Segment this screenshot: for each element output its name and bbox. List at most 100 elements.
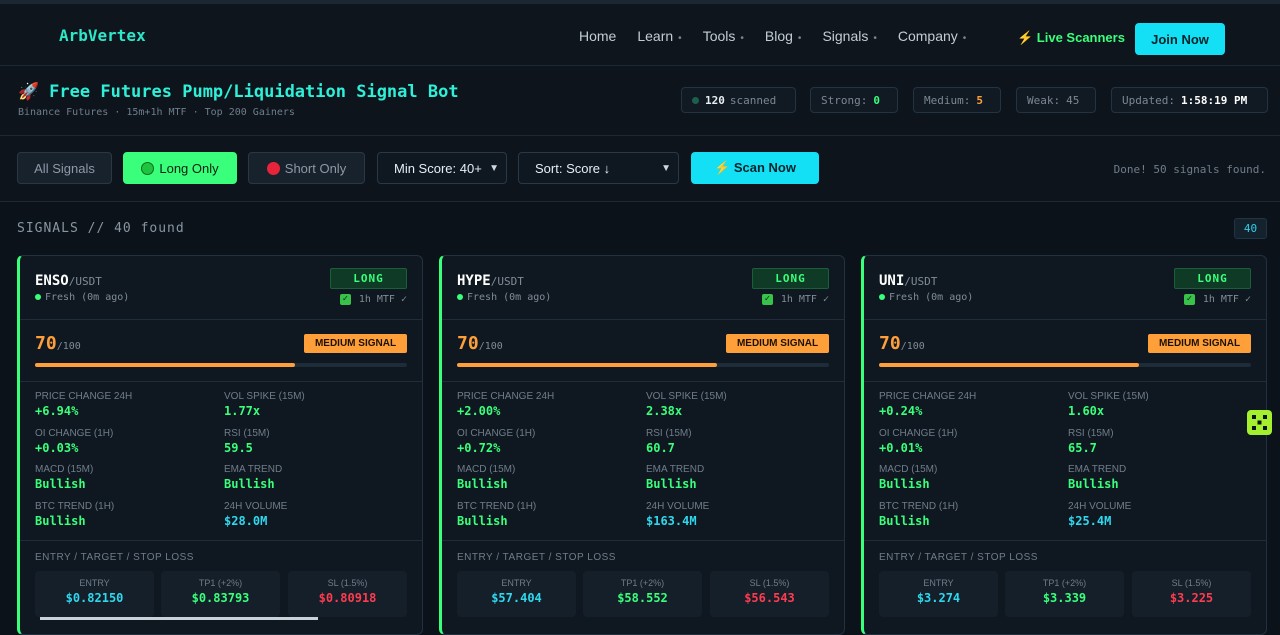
- metric: PRICE CHANGE 24H +6.94%: [35, 391, 215, 418]
- signal-card[interactable]: ENSO/USDT Fresh (0m ago) LONG ✓ 1h MTF ✓ …: [17, 255, 423, 635]
- nav-blog[interactable]: Blog •: [765, 28, 802, 44]
- long-only-button[interactable]: Long Only: [123, 152, 237, 184]
- metric: RSI (15M) 65.7: [1068, 428, 1248, 455]
- metric-label: OI CHANGE (1H): [457, 427, 536, 439]
- metric-value: $28.0M: [224, 513, 268, 528]
- entry-section: ENTRY / TARGET / STOP LOSS ENTRY $57.404 …: [442, 540, 844, 634]
- red-circle-icon: [266, 161, 280, 175]
- sort-select[interactable]: Sort: Score ↓ ▼: [518, 152, 679, 184]
- metric: EMA TREND Bullish: [646, 464, 826, 491]
- live-scanners-link[interactable]: ⚡ Live Scanners: [1017, 30, 1125, 46]
- metric: VOL SPIKE (15M) 2.38x: [646, 391, 826, 418]
- chevron-down-icon: ▼: [489, 163, 499, 174]
- metric-value: Bullish: [457, 477, 508, 491]
- metric: VOL SPIKE (15M) 1.60x: [1068, 391, 1248, 418]
- signal-card[interactable]: HYPE/USDT Fresh (0m ago) LONG ✓ 1h MTF ✓ …: [439, 255, 845, 635]
- tp-box: TP1 (+2%) $3.339: [1005, 571, 1124, 617]
- floating-widget-icon[interactable]: [1247, 410, 1272, 435]
- metric-value: +0.24%: [879, 404, 923, 418]
- page-header: 🚀 Free Futures Pump/Liquidation Signal Bo…: [0, 66, 1280, 136]
- metric-value: Bullish: [1068, 477, 1119, 491]
- metric-label: RSI (15M): [224, 427, 270, 439]
- metric-value: Bullish: [879, 477, 930, 491]
- metric-label: MACD (15M): [879, 464, 938, 475]
- metric: 24H VOLUME $25.4M: [1068, 501, 1248, 528]
- nav-home[interactable]: Home: [579, 28, 616, 44]
- rocket-icon: 🚀: [18, 82, 40, 102]
- metric-label: EMA TREND: [646, 464, 705, 475]
- nav-learn[interactable]: Learn •: [637, 28, 681, 44]
- nav-company[interactable]: Company •: [898, 28, 966, 44]
- metric: MACD (15M) Bullish: [879, 464, 1059, 491]
- nav-signals[interactable]: Signals •: [822, 28, 876, 44]
- metric-value: +2.00%: [457, 404, 501, 418]
- metric-label: VOL SPIKE (15M): [1068, 391, 1149, 402]
- fresh-dot-icon: [457, 294, 463, 300]
- metric: MACD (15M) Bullish: [457, 464, 637, 491]
- metric-value: +0.72%: [457, 440, 501, 455]
- min-score-select[interactable]: Min Score: 40+ ▼: [377, 152, 507, 184]
- entry-box: ENTRY $3.274: [879, 571, 998, 617]
- metric: BTC TREND (1H) Bullish: [35, 501, 215, 528]
- short-only-button[interactable]: Short Only: [248, 152, 365, 184]
- logo[interactable]: ArbVertex: [59, 26, 146, 45]
- mtf-confirm: ✓ 1h MTF ✓: [761, 294, 829, 305]
- strong-stat: Strong: 0: [810, 87, 898, 113]
- metric: BTC TREND (1H) Bullish: [879, 501, 1059, 528]
- metric: EMA TREND Bullish: [224, 464, 404, 491]
- metric: VOL SPIKE (15M) 1.77x: [224, 391, 404, 418]
- metric-label: MACD (15M): [457, 464, 516, 475]
- metric-label: OI CHANGE (1H): [879, 427, 958, 439]
- join-now-button[interactable]: Join Now: [1135, 23, 1225, 55]
- symbol: ENSO/USDT: [35, 273, 102, 289]
- sl-box: SL (1.5%) $56.543: [710, 571, 829, 617]
- score: 70/100: [35, 333, 81, 354]
- sl-box: SL (1.5%) $0.80918: [288, 571, 407, 617]
- metric-value: Bullish: [224, 477, 275, 491]
- metric: PRICE CHANGE 24H +0.24%: [879, 391, 1059, 418]
- metric-label: BTC TREND (1H): [35, 500, 115, 512]
- dropdown-icon: •: [797, 33, 802, 44]
- weak-stat: Weak: 45: [1016, 87, 1096, 113]
- scan-now-button[interactable]: ⚡ Scan Now: [691, 152, 819, 184]
- entry-section-label: ENTRY / TARGET / STOP LOSS: [879, 552, 1038, 563]
- nav-links: Home Learn • Tools • Blog • Signals • Compan…: [579, 28, 987, 44]
- metric-label: RSI (15M): [646, 427, 692, 439]
- score-section: 70/100 MEDIUM SIGNAL: [864, 320, 1266, 382]
- metric-value: 59.5: [224, 440, 253, 455]
- mtf-confirm: ✓ 1h MTF ✓: [339, 294, 407, 305]
- metric-label: MACD (15M): [35, 464, 94, 475]
- metric: OI CHANGE (1H) +0.72%: [457, 428, 637, 455]
- strength-badge: MEDIUM SIGNAL: [304, 334, 407, 353]
- metric-value: +6.94%: [35, 404, 79, 418]
- all-signals-button[interactable]: All Signals: [17, 152, 112, 184]
- entry-box: ENTRY $57.404: [457, 571, 576, 617]
- metric-label: 24H VOLUME: [224, 500, 288, 512]
- metric-label: 24H VOLUME: [1068, 500, 1132, 512]
- dropdown-icon: •: [962, 33, 967, 44]
- signal-card[interactable]: UNI/USDT Fresh (0m ago) LONG ✓ 1h MTF ✓ 7…: [861, 255, 1267, 635]
- metric-value: 65.7: [1068, 440, 1097, 455]
- tp-box: TP1 (+2%) $0.83793: [161, 571, 280, 617]
- entry-section-label: ENTRY / TARGET / STOP LOSS: [457, 552, 616, 563]
- freshness: Fresh (0m ago): [879, 292, 973, 303]
- metric-label: VOL SPIKE (15M): [646, 391, 727, 402]
- strength-badge: MEDIUM SIGNAL: [726, 334, 829, 353]
- metric-label: PRICE CHANGE 24H: [879, 391, 977, 402]
- checkbox-icon: ✓: [761, 294, 773, 305]
- metric-value: $25.4M: [1068, 513, 1112, 528]
- metric-value: +0.03%: [35, 440, 79, 455]
- metric-label: PRICE CHANGE 24H: [457, 391, 555, 402]
- scan-status: Done! 50 signals found.: [1113, 163, 1266, 176]
- metric-value: 1.77x: [224, 404, 261, 418]
- scanned-stat: 120 scanned: [681, 87, 796, 113]
- entry-section: ENTRY / TARGET / STOP LOSS ENTRY $0.82150…: [20, 540, 422, 634]
- nav-tools[interactable]: Tools •: [703, 28, 744, 44]
- metric-value: 1.60x: [1068, 404, 1105, 418]
- card-header: HYPE/USDT Fresh (0m ago) LONG ✓ 1h MTF ✓: [442, 256, 844, 320]
- metric: RSI (15M) 60.7: [646, 428, 826, 455]
- metric-label: PRICE CHANGE 24H: [35, 391, 133, 402]
- sl-box: SL (1.5%) $3.225: [1132, 571, 1251, 617]
- metric-value: +0.01%: [879, 440, 923, 455]
- medium-stat: Medium: 5: [913, 87, 1001, 113]
